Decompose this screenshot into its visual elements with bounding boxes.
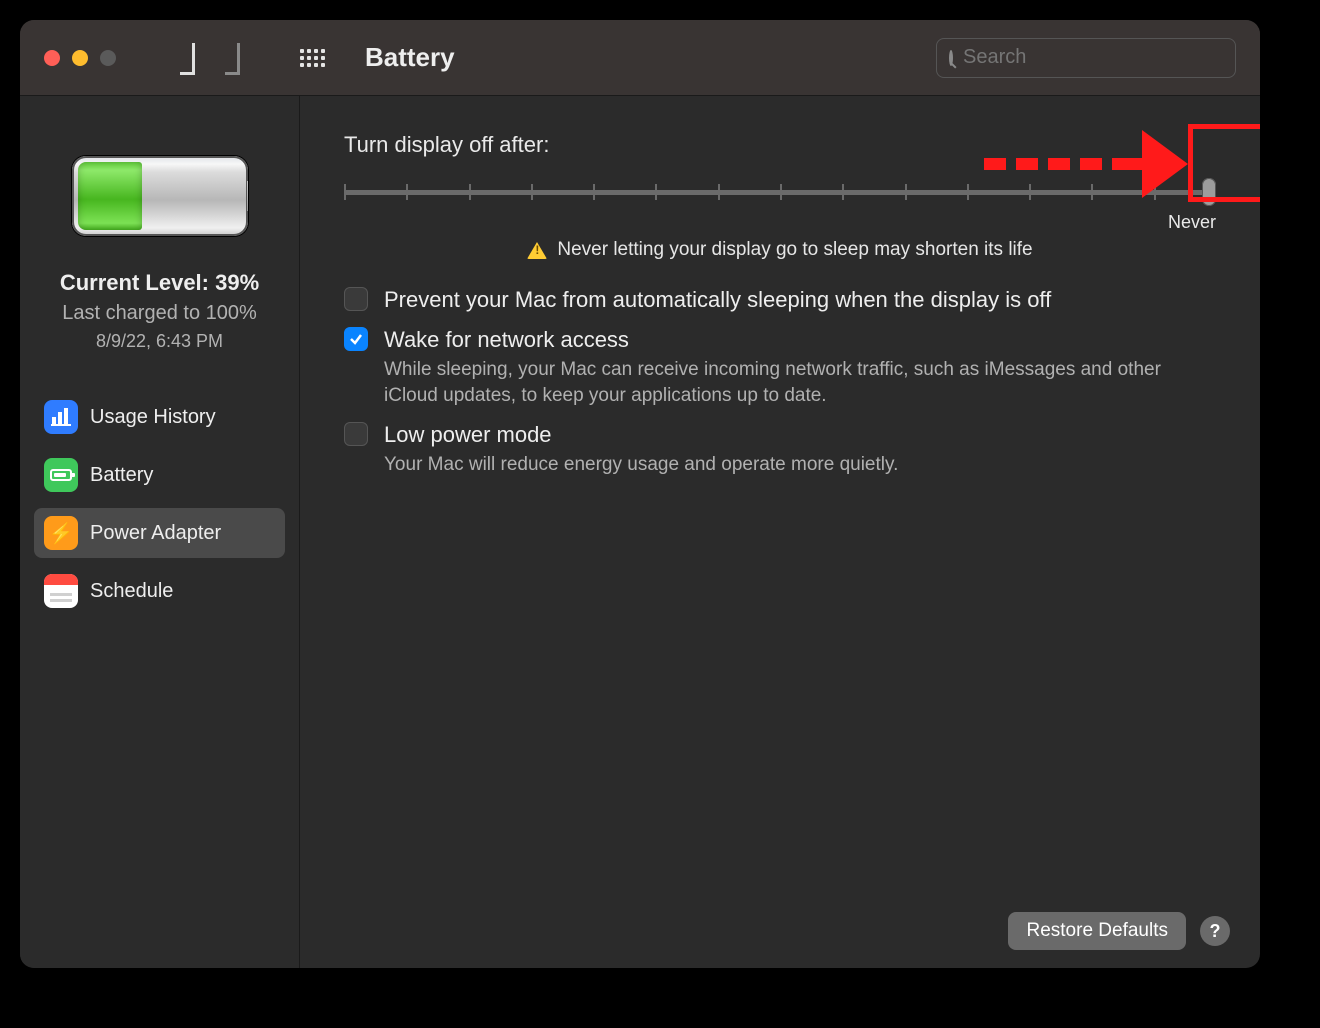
- sidebar-item-battery[interactable]: Battery: [34, 450, 285, 500]
- sidebar: Current Level: 39% Last charged to 100% …: [20, 96, 300, 968]
- sidebar-item-usage-history[interactable]: Usage History: [34, 392, 285, 442]
- battery-tip: [246, 180, 248, 212]
- slider-tick: [469, 184, 471, 200]
- battery-preferences-window: Battery Current Level: 39% Last charged …: [20, 20, 1260, 968]
- sidebar-nav: Usage History Battery ⚡ Power Adapter Sc…: [34, 392, 285, 616]
- annotation-highlight-box: [1188, 124, 1260, 202]
- slider-tick: [531, 184, 533, 200]
- main-panel: Turn display off after: Ne: [300, 96, 1260, 968]
- option-prevent-sleep: Prevent your Mac from automatically slee…: [344, 287, 1216, 313]
- battery-fill: [78, 162, 142, 230]
- option-low-power: Low power mode Your Mac will reduce ener…: [344, 422, 1216, 478]
- show-all-prefs-button[interactable]: [300, 49, 325, 67]
- slider-tick: [967, 184, 969, 200]
- sidebar-item-label: Usage History: [90, 406, 216, 429]
- slider-label-never: Never: [344, 212, 1216, 233]
- current-level-label: Current Level: 39%: [34, 270, 285, 296]
- warning-icon: [527, 242, 547, 259]
- slider-tick: [780, 184, 782, 200]
- annotation-dash: [1112, 158, 1142, 170]
- annotation-dash: [984, 158, 1006, 170]
- slider-tick: [718, 184, 720, 200]
- search-field[interactable]: [936, 38, 1236, 78]
- sidebar-item-label: Battery: [90, 464, 153, 487]
- chevron-left-icon: [180, 43, 195, 75]
- titlebar: Battery: [20, 20, 1260, 96]
- calendar-icon: [44, 574, 78, 608]
- window-controls: [44, 50, 116, 66]
- slider-tick: [406, 184, 408, 200]
- slider-tick: [655, 184, 657, 200]
- prevent-sleep-checkbox[interactable]: [344, 287, 368, 311]
- last-charged-label: Last charged to 100%: [34, 302, 285, 325]
- footer: Restore Defaults ?: [1008, 912, 1230, 950]
- zoom-window-button[interactable]: [100, 50, 116, 66]
- annotation-dash: [1048, 158, 1070, 170]
- slider-tick: [842, 184, 844, 200]
- low-power-checkbox[interactable]: [344, 422, 368, 446]
- annotation-dash: [1016, 158, 1038, 170]
- wake-network-label: Wake for network access: [384, 327, 1216, 353]
- battery-illustration: [34, 120, 285, 256]
- bolt-icon: ⚡: [44, 516, 78, 550]
- slider-tick: [593, 184, 595, 200]
- warning-row: Never letting your display go to sleep m…: [344, 239, 1216, 261]
- back-button[interactable]: [180, 49, 195, 67]
- low-power-label: Low power mode: [384, 422, 1216, 448]
- bar-chart-icon: [44, 400, 78, 434]
- sidebar-item-schedule[interactable]: Schedule: [34, 566, 285, 616]
- wake-network-desc: While sleeping, your Mac can receive inc…: [384, 357, 1164, 408]
- low-power-desc: Your Mac will reduce energy usage and op…: [384, 452, 1164, 478]
- search-input[interactable]: [963, 46, 1228, 69]
- arrow-right-icon: [1142, 130, 1188, 198]
- prevent-sleep-label: Prevent your Mac from automatically slee…: [384, 287, 1216, 313]
- close-window-button[interactable]: [44, 50, 60, 66]
- help-button[interactable]: ?: [1200, 916, 1230, 946]
- window-title: Battery: [365, 42, 455, 73]
- slider-tick: [905, 184, 907, 200]
- restore-defaults-button[interactable]: Restore Defaults: [1008, 912, 1186, 950]
- option-wake-network: Wake for network access While sleeping, …: [344, 327, 1216, 408]
- forward-button[interactable]: [225, 49, 240, 67]
- chevron-right-icon: [225, 43, 240, 75]
- warning-text: Never letting your display go to sleep m…: [557, 239, 1032, 261]
- search-icon: [949, 50, 953, 66]
- wake-network-checkbox[interactable]: [344, 327, 368, 351]
- annotation-arrow: [984, 130, 1188, 198]
- battery-icon: [72, 156, 248, 236]
- annotation-dash: [1080, 158, 1102, 170]
- slider-tick: [344, 184, 346, 200]
- last-charged-date: 8/9/22, 6:43 PM: [34, 331, 285, 352]
- minimize-window-button[interactable]: [72, 50, 88, 66]
- nav-buttons: [180, 49, 240, 67]
- battery-small-icon: [44, 458, 78, 492]
- sidebar-item-label: Power Adapter: [90, 522, 221, 545]
- sidebar-item-label: Schedule: [90, 580, 173, 603]
- sidebar-item-power-adapter[interactable]: ⚡ Power Adapter: [34, 508, 285, 558]
